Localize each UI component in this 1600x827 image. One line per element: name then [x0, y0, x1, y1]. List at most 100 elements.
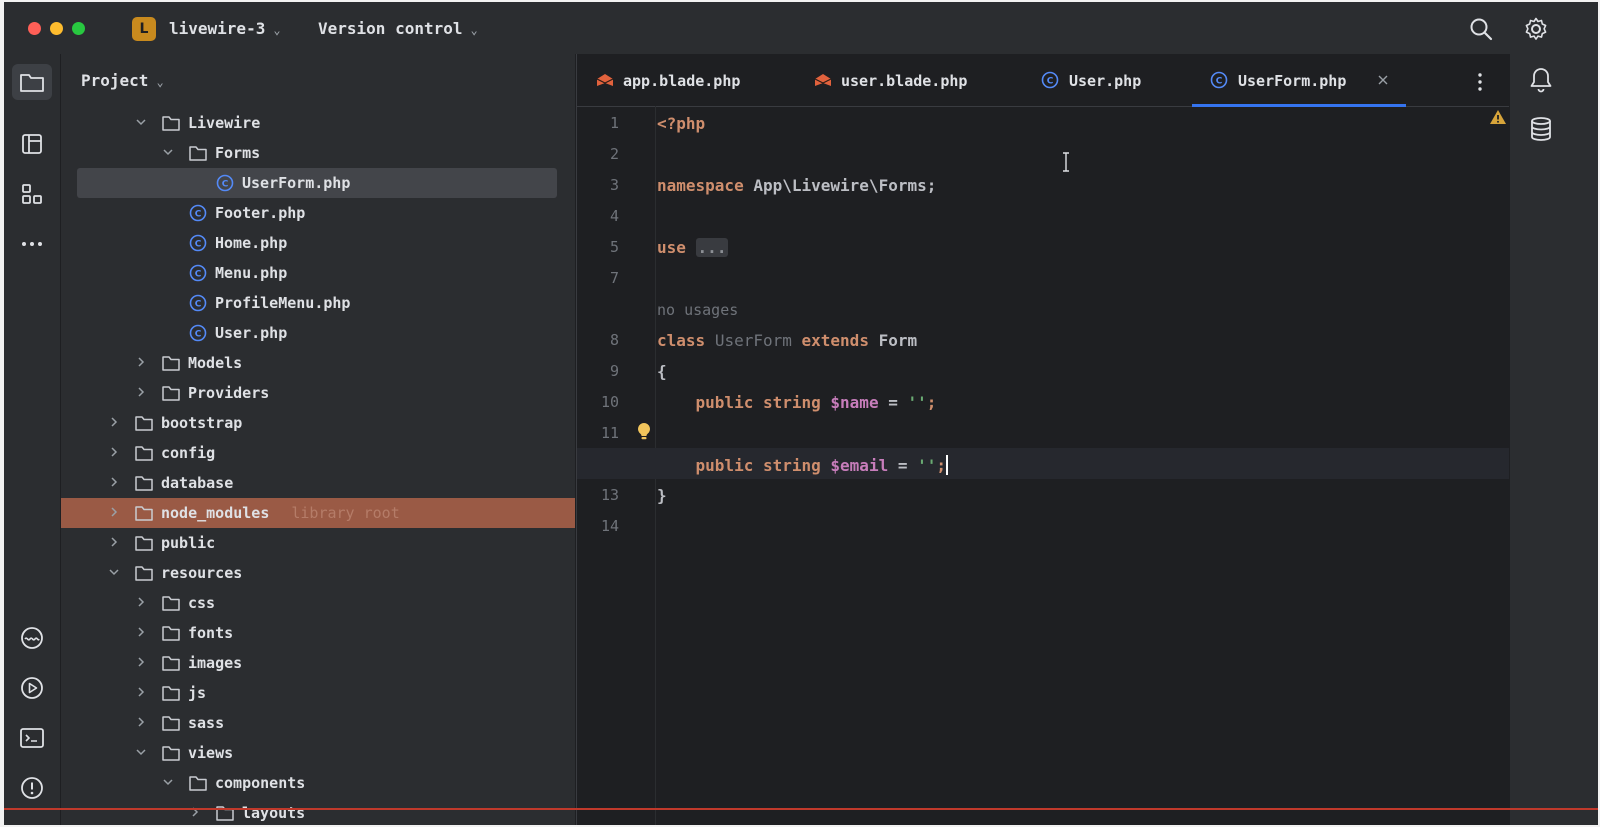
- project-panel-header[interactable]: Project ⌄: [81, 71, 164, 90]
- recording-indicator-bar: [4, 808, 1598, 810]
- tree-item-models[interactable]: Models: [61, 348, 575, 378]
- tree-item-userform-php[interactable]: C UserForm.php: [77, 168, 557, 198]
- line-number: 13: [600, 486, 619, 504]
- chevron-right-icon[interactable]: [135, 656, 147, 668]
- vcs-menu[interactable]: Version control ⌄: [318, 19, 478, 38]
- tree-item-css[interactable]: css: [61, 588, 575, 618]
- chevron-down-icon[interactable]: [162, 776, 174, 788]
- tree-item-fonts[interactable]: fonts: [61, 618, 575, 648]
- more-vertical-icon[interactable]: [1476, 72, 1484, 92]
- code-area[interactable]: <?php namespace App\Livewire\Forms; use …: [577, 106, 1509, 825]
- maximize-window-button[interactable]: [72, 22, 85, 35]
- line-number: 5: [609, 238, 619, 256]
- code-token: }: [657, 486, 667, 505]
- search-icon[interactable]: [1468, 16, 1494, 42]
- chevron-right-icon[interactable]: [108, 536, 120, 548]
- tree-item-label: Footer.php: [215, 204, 306, 222]
- more-tools-button[interactable]: [12, 226, 52, 262]
- tree-item-config[interactable]: config: [61, 438, 575, 468]
- right-tool-strip: [1509, 54, 1598, 825]
- text-caret: [946, 455, 949, 475]
- tree-item-label: Menu.php: [215, 264, 288, 282]
- chevron-right-icon[interactable]: [135, 716, 147, 728]
- lightbulb-icon[interactable]: [635, 421, 653, 443]
- code-token: string: [762, 393, 821, 412]
- code-token: ;: [936, 456, 947, 475]
- problems-tool-button[interactable]: [12, 770, 52, 806]
- chevron-right-icon[interactable]: [135, 356, 147, 368]
- chevron-down-icon[interactable]: [162, 146, 174, 158]
- project-tool-button[interactable]: [12, 64, 52, 100]
- chevron-right-icon[interactable]: [135, 686, 147, 698]
- minimize-window-button[interactable]: [50, 22, 63, 35]
- tree-item-profilemenu-php[interactable]: C ProfileMenu.php: [61, 288, 575, 318]
- folder-icon: [189, 776, 207, 791]
- folder-icon: [162, 386, 180, 401]
- chevron-right-icon[interactable]: [108, 416, 120, 428]
- tree-item-forms[interactable]: Forms: [61, 138, 575, 168]
- tree-item-label: fonts: [188, 624, 234, 642]
- folder-icon: [135, 476, 153, 491]
- gear-icon[interactable]: [1523, 16, 1549, 42]
- tree-item-bootstrap[interactable]: bootstrap: [61, 408, 575, 438]
- code-token: =: [878, 393, 908, 412]
- tree-item-label: node_modules: [161, 504, 270, 522]
- svg-text:C: C: [195, 300, 202, 310]
- plugins-tool-button[interactable]: [12, 176, 52, 212]
- folded-imports[interactable]: ...: [695, 238, 729, 257]
- tree-item-views[interactable]: views: [61, 738, 575, 768]
- tree-item-user-php[interactable]: C User.php: [61, 318, 575, 348]
- tree-item-label: public: [161, 534, 216, 552]
- line-number: 1: [609, 114, 619, 132]
- chevron-down-icon[interactable]: [108, 566, 120, 578]
- class-icon: C: [1210, 71, 1228, 89]
- line-number: 2: [609, 145, 619, 163]
- code-token: $email: [830, 456, 889, 475]
- play-circle-icon: [21, 677, 43, 699]
- code-token: public: [695, 393, 754, 412]
- chevron-right-icon[interactable]: [108, 446, 120, 458]
- tree-item-menu-php[interactable]: C Menu.php: [61, 258, 575, 288]
- database-icon[interactable]: [1529, 116, 1553, 142]
- tree-item-livewire[interactable]: Livewire: [61, 108, 575, 138]
- run-tool-button[interactable]: [12, 670, 52, 706]
- services-tool-button[interactable]: [12, 620, 52, 656]
- tree-item-label: js: [188, 684, 207, 702]
- close-window-button[interactable]: [28, 22, 41, 35]
- chevron-right-icon[interactable]: [108, 476, 120, 488]
- project-switcher[interactable]: livewire-3 ⌄: [169, 19, 281, 38]
- tree-item-layouts[interactable]: layouts: [61, 798, 575, 825]
- tree-item-node-modules[interactable]: node_modules library root: [61, 498, 575, 528]
- code-token: class: [657, 331, 706, 350]
- structure-tool-button[interactable]: [12, 126, 52, 162]
- bell-icon[interactable]: [1528, 66, 1554, 94]
- tree-item-label: Providers: [188, 384, 270, 402]
- tree-item-footer-php[interactable]: C Footer.php: [61, 198, 575, 228]
- tree-item-images[interactable]: images: [61, 648, 575, 678]
- folder-icon: [162, 356, 180, 371]
- structure-icon: [22, 134, 42, 154]
- chevron-down-icon[interactable]: [135, 746, 147, 758]
- tree-item-providers[interactable]: Providers: [61, 378, 575, 408]
- code-token: Form: [878, 331, 918, 350]
- tree-item-public[interactable]: public: [61, 528, 575, 558]
- tree-item-components[interactable]: components: [61, 768, 575, 798]
- tree-item-sass[interactable]: sass: [61, 708, 575, 738]
- tree-item-database[interactable]: database: [61, 468, 575, 498]
- close-icon[interactable]: [1377, 74, 1389, 86]
- tree-item-resources[interactable]: resources: [61, 558, 575, 588]
- chevron-right-icon[interactable]: [135, 626, 147, 638]
- tree-item-label: layouts: [242, 804, 306, 822]
- chevron-down-icon[interactable]: [135, 116, 147, 128]
- title-bar: L livewire-3 ⌄ Version control ⌄: [4, 2, 1598, 54]
- usages-hint[interactable]: no usages: [657, 301, 738, 319]
- tab-userform-php[interactable]: C UserForm.php: [1192, 54, 1406, 107]
- tree-item-home-php[interactable]: C Home.php: [61, 228, 575, 258]
- chevron-right-icon[interactable]: [135, 386, 147, 398]
- project-badge[interactable]: L: [132, 17, 156, 41]
- tree-item-js[interactable]: js: [61, 678, 575, 708]
- ide-window: L livewire-3 ⌄ Version control ⌄ Project…: [4, 2, 1598, 825]
- chevron-right-icon[interactable]: [108, 506, 120, 518]
- chevron-right-icon[interactable]: [135, 596, 147, 608]
- terminal-tool-button[interactable]: [12, 720, 52, 756]
